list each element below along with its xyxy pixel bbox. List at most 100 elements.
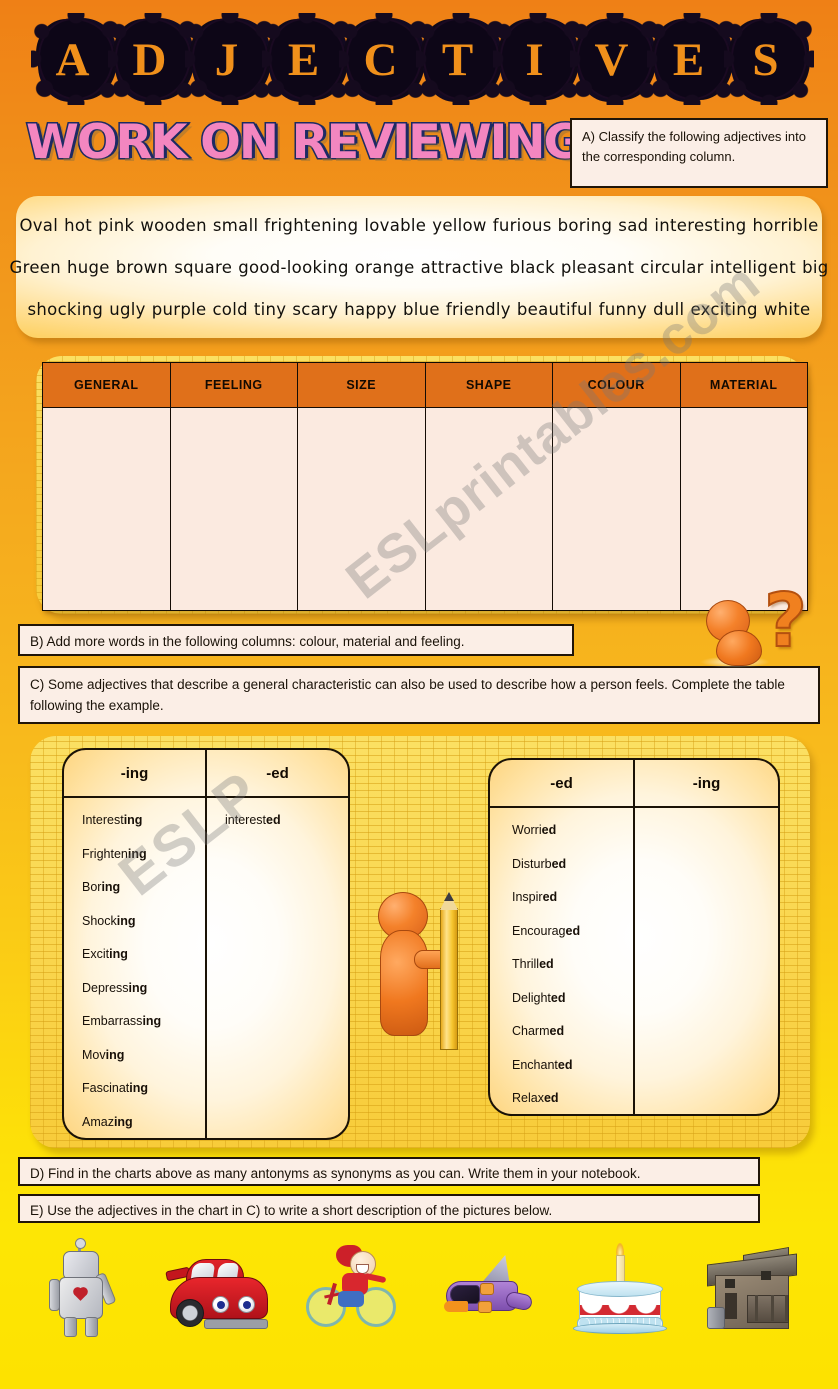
title-letter: J <box>185 13 275 106</box>
chart-left-body: Interesting Frightening Boring Shocking Exci… <box>64 798 348 1138</box>
word-bank-word: horrible <box>752 215 819 235</box>
picture-spaceship <box>432 1241 540 1337</box>
column-header-size: SIZE <box>297 362 426 408</box>
car-bumper-icon <box>204 1319 269 1329</box>
title-letter: I <box>493 13 583 106</box>
word-bank-word: purple <box>151 299 207 319</box>
classify-table: GENERAL FEELING SIZE SHAPE COLOUR MATERI… <box>42 362 808 611</box>
word-bank-word: cold <box>212 299 248 319</box>
word-bank-word: circular <box>640 257 704 277</box>
word-bank-word: beautiful <box>516 299 593 319</box>
answer-cell-size[interactable] <box>297 407 426 611</box>
pencil-icon <box>440 908 458 1050</box>
word-bank-word: furious <box>492 215 552 235</box>
word-bank-word: shocking <box>27 299 104 319</box>
word-bank-line-3: shocking ugly purple cold tiny scary happy blue… <box>25 300 814 319</box>
title-letter-glyph: A <box>55 33 90 86</box>
chart-word-item: Amazing <box>82 1114 133 1129</box>
word-bank-word: intelligent <box>709 257 797 277</box>
title-letter-glyph: E <box>287 33 320 86</box>
house-window-icon <box>761 1271 772 1280</box>
column-header-colour: COLOUR <box>552 362 681 408</box>
word-bank-word: hot <box>64 215 93 235</box>
spaceship-marking-icon <box>477 1301 492 1313</box>
chart-left-header-row: -ing -ed <box>64 750 348 798</box>
picture-row <box>0 1232 838 1337</box>
word-bank-word: huge <box>66 257 110 277</box>
chart-word-item: Worried <box>512 823 557 837</box>
title-letter: D <box>108 13 198 106</box>
chart-word-item: Disturbed <box>512 856 567 871</box>
answer-cell-colour[interactable] <box>552 407 681 611</box>
title-letter: V <box>570 13 660 106</box>
mascot-body <box>380 930 428 1036</box>
ing-ed-chart-left: -ing -ed Interesting Frightening Boring Sho… <box>62 748 350 1140</box>
house-porch-icon <box>747 1295 790 1323</box>
title-letter: C <box>339 13 429 106</box>
chart-right-ed-column[interactable]: Worried Disturbed Inspired Encouraged Thrill… <box>490 808 635 1114</box>
word-bank-word: brown <box>115 257 169 277</box>
robot-leg-left-icon <box>63 1317 77 1337</box>
robot-leg-right-icon <box>84 1317 98 1337</box>
instruction-b: B) Add more words in the following colum… <box>18 624 574 656</box>
word-bank-word: big <box>802 257 829 277</box>
word-bank-word: interesting <box>654 215 747 235</box>
word-bank-line-1: Oval hot pink wooden small frightening lovable… <box>16 216 821 235</box>
title-letter-glyph: S <box>752 33 779 86</box>
cake-plate-icon <box>573 1323 668 1334</box>
column-header-general: GENERAL <box>42 362 171 408</box>
word-bank-word: pleasant <box>560 257 635 277</box>
word-bank-word: ugly <box>109 299 146 319</box>
worksheet-title: A D J E C T I V E S <box>31 12 814 108</box>
spaceship-nose-icon <box>443 1301 468 1312</box>
chart-word-item: Fascinating <box>82 1081 148 1095</box>
word-bank-word: boring <box>557 215 613 235</box>
cake-icing-wave-icon <box>579 1303 660 1315</box>
answer-cell-shape[interactable] <box>424 407 553 611</box>
answer-cell-general[interactable] <box>42 407 171 611</box>
pencil-lead-icon <box>444 892 454 901</box>
title-letter: E <box>262 13 352 106</box>
chart-left-header-ing: -ing <box>64 750 207 796</box>
car-wheel-icon <box>176 1299 205 1327</box>
picture-girl-on-bicycle <box>298 1241 406 1337</box>
chart-left-ed-column[interactable]: interested <box>207 798 348 1138</box>
word-bank-word: lovable <box>364 215 427 235</box>
chart-right-ing-column[interactable] <box>635 808 778 1114</box>
word-bank-word: pink <box>98 215 135 235</box>
title-letter-glyph: E <box>672 33 705 86</box>
column-header-material: MATERIAL <box>679 362 808 408</box>
chart-word-item: Relaxed <box>512 1091 559 1105</box>
title-letter: S <box>724 13 814 106</box>
word-bank-word: exciting <box>690 299 758 319</box>
word-bank-word: black <box>509 257 555 277</box>
word-bank-word: small <box>212 215 259 235</box>
word-bank-word: tiny <box>253 299 287 319</box>
chart-left-header-ed: -ed <box>266 764 289 782</box>
ed-ing-chart-right: -ed -ing Worried Disturbed Inspired Encoura… <box>488 758 780 1116</box>
house-post-icon <box>755 1295 759 1321</box>
instruction-e: E) Use the adjectives in the chart in C)… <box>18 1194 760 1223</box>
word-bank-word: orange <box>354 257 415 277</box>
answer-cell-feeling[interactable] <box>169 407 298 611</box>
chart-right-body: Worried Disturbed Inspired Encouraged Thrill… <box>490 808 778 1114</box>
chart-left-ing-column[interactable]: Interesting Frightening Boring Shocking Exci… <box>64 798 207 1138</box>
word-bank-word: happy <box>344 299 397 319</box>
title-letter-glyph: D <box>132 33 167 86</box>
chart-word-item: interested <box>225 813 281 827</box>
picture-red-car <box>164 1241 272 1337</box>
chart-word-item: Embarrassing <box>82 1014 162 1028</box>
house-barrel-icon <box>707 1307 726 1329</box>
column-header-shape: SHAPE <box>424 362 553 408</box>
title-letter: A <box>31 13 121 106</box>
chart-word-item: Depressing <box>82 980 148 995</box>
chart-word-item: Moving <box>82 1047 125 1062</box>
worksheet-page: A D J E C T I V E S WORK ON REVIEWING A)… <box>0 0 838 1389</box>
chart-word-item: Inspired <box>512 890 558 904</box>
girl-legs-icon <box>338 1291 365 1307</box>
title-letter-glyph: C <box>363 33 398 86</box>
chart-word-item: Charmed <box>512 1024 565 1038</box>
chart-word-item: Exciting <box>82 947 128 961</box>
instruction-c: C) Some adjectives that describe a gener… <box>18 666 820 724</box>
house-window-icon <box>725 1279 736 1288</box>
